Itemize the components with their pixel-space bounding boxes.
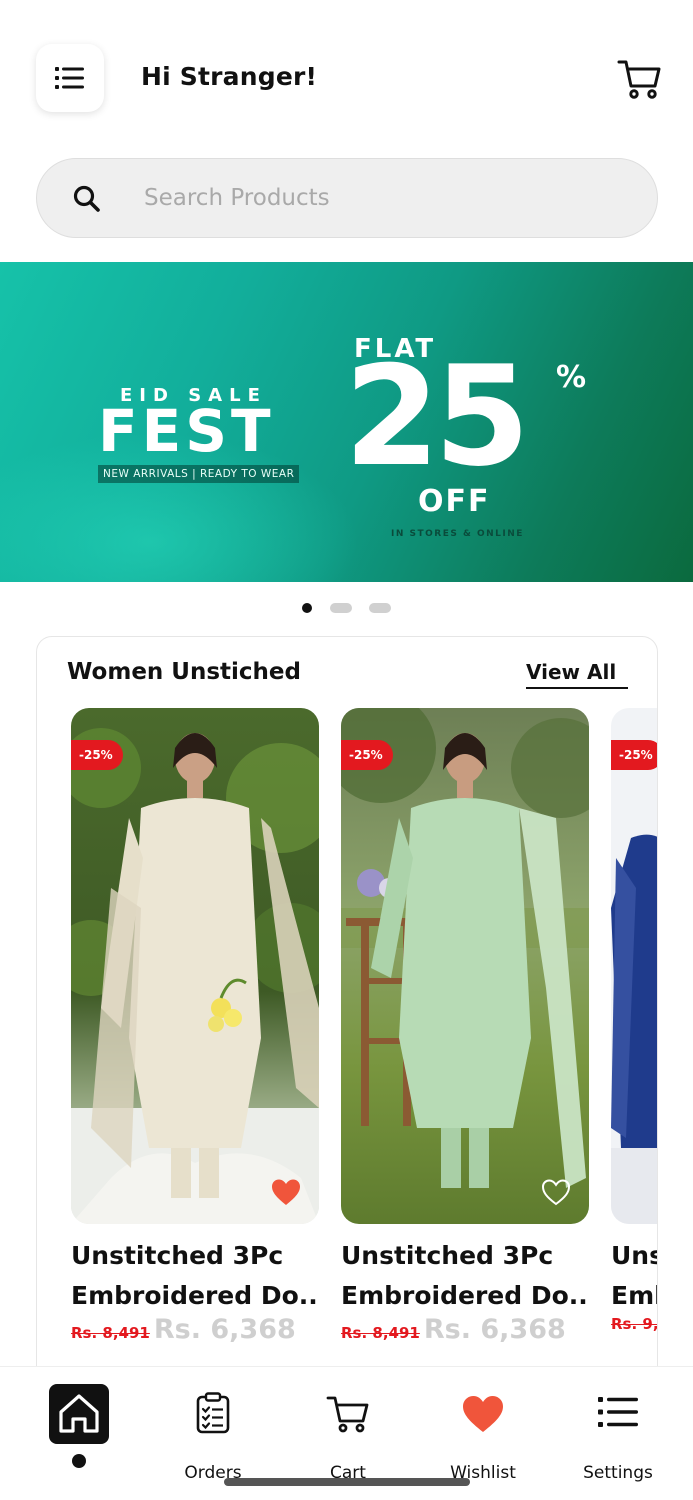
- new-price: Rs. 6,368: [153, 1314, 296, 1345]
- heart-outline-icon[interactable]: [541, 1178, 571, 1206]
- old-price: Rs. 8,491: [71, 1324, 150, 1342]
- hamburger-menu-icon: [55, 67, 84, 89]
- carousel-dot[interactable]: [369, 603, 391, 613]
- product-card[interactable]: -25% Unstitched 3Pc Embroidered Do... Rs…: [341, 708, 589, 1345]
- product-name-line: Embroidered Do...: [341, 1281, 589, 1310]
- product-image[interactable]: -25%: [71, 708, 319, 1224]
- cart-icon[interactable]: [616, 56, 662, 102]
- banner-fest-text: FEST: [98, 397, 275, 465]
- product-name[interactable]: Unstitched 3Pc Embroidered Do...: [341, 1236, 589, 1316]
- product-name-line: Unstitched 3Pc: [71, 1241, 284, 1270]
- heart-icon: [463, 1396, 503, 1432]
- product-price: Rs. 8,491 Rs. 6,368: [71, 1314, 296, 1345]
- carousel-dot[interactable]: [330, 603, 352, 613]
- heart-filled-icon[interactable]: [271, 1178, 301, 1206]
- search-icon: [73, 185, 100, 212]
- women-unstitched-section: Women Unstiched View All -25% Unstitched…: [36, 636, 658, 1396]
- banner-percent: %: [556, 360, 587, 395]
- banner-stores-text: IN STORES & ONLINE: [391, 529, 524, 539]
- product-name-line: Unstitched 3Pc: [341, 1241, 554, 1270]
- product-card[interactable]: -25% Unstitched 3Pc Embroidered Do... Rs…: [71, 708, 319, 1345]
- carousel-dot-active[interactable]: [302, 603, 312, 613]
- search-bar[interactable]: Search Products: [36, 158, 658, 238]
- nav-orders[interactable]: Orders: [153, 1383, 273, 1483]
- nav-label: Settings: [583, 1463, 653, 1483]
- product-price: Rs. 9,: [611, 1314, 658, 1333]
- old-price: Rs. 9,: [611, 1315, 658, 1333]
- section-title: Women Unstiched: [67, 659, 301, 685]
- product-card[interactable]: -25% Uns Eml Rs. 9,: [611, 708, 657, 1333]
- clipboard-icon: [196, 1392, 230, 1434]
- product-photo-navy: [611, 708, 657, 1224]
- product-name[interactable]: Unstitched 3Pc Embroidered Do...: [71, 1236, 319, 1316]
- nav-home-button[interactable]: [49, 1384, 109, 1444]
- view-all-link[interactable]: View All: [526, 660, 628, 689]
- discount-badge: -25%: [611, 740, 657, 770]
- app-header: Hi Stranger!: [0, 0, 693, 150]
- product-image[interactable]: -25%: [341, 708, 589, 1224]
- product-name-line: Eml: [611, 1281, 658, 1310]
- nav-wishlist[interactable]: Wishlist: [423, 1383, 543, 1483]
- product-name-line: Embroidered Do...: [71, 1281, 319, 1310]
- settings-list-icon: [598, 1397, 638, 1427]
- banner-discount-number: 25: [344, 336, 530, 497]
- home-icon: [59, 1394, 99, 1433]
- menu-button[interactable]: [36, 44, 104, 112]
- search-input[interactable]: Search Products: [144, 185, 330, 211]
- product-photo-mint: [341, 708, 589, 1224]
- carousel-indicator: [0, 603, 693, 615]
- cart-icon: [326, 1396, 369, 1433]
- nav-settings[interactable]: Settings: [558, 1383, 678, 1483]
- product-name-line: Uns: [611, 1241, 657, 1270]
- home-indicator-bar: [224, 1478, 470, 1486]
- discount-badge: -25%: [341, 740, 393, 770]
- greeting-text: Hi Stranger!: [141, 62, 318, 91]
- product-price: Rs. 8,491 Rs. 6,368: [341, 1314, 566, 1345]
- product-photo-cream: [71, 708, 319, 1224]
- banner-off-text: OFF: [418, 484, 491, 519]
- product-image[interactable]: -25%: [611, 708, 657, 1224]
- old-price: Rs. 8,491: [341, 1324, 420, 1342]
- product-name[interactable]: Uns Eml: [611, 1236, 658, 1316]
- active-nav-indicator: [72, 1454, 86, 1468]
- new-price: Rs. 6,368: [423, 1314, 566, 1345]
- bottom-navigation: Orders Cart Wishlist Settings: [0, 1366, 693, 1500]
- banner-tagline: NEW ARRIVALS | READY TO WEAR: [98, 465, 300, 483]
- discount-badge: -25%: [71, 740, 123, 770]
- nav-cart[interactable]: Cart: [288, 1383, 408, 1483]
